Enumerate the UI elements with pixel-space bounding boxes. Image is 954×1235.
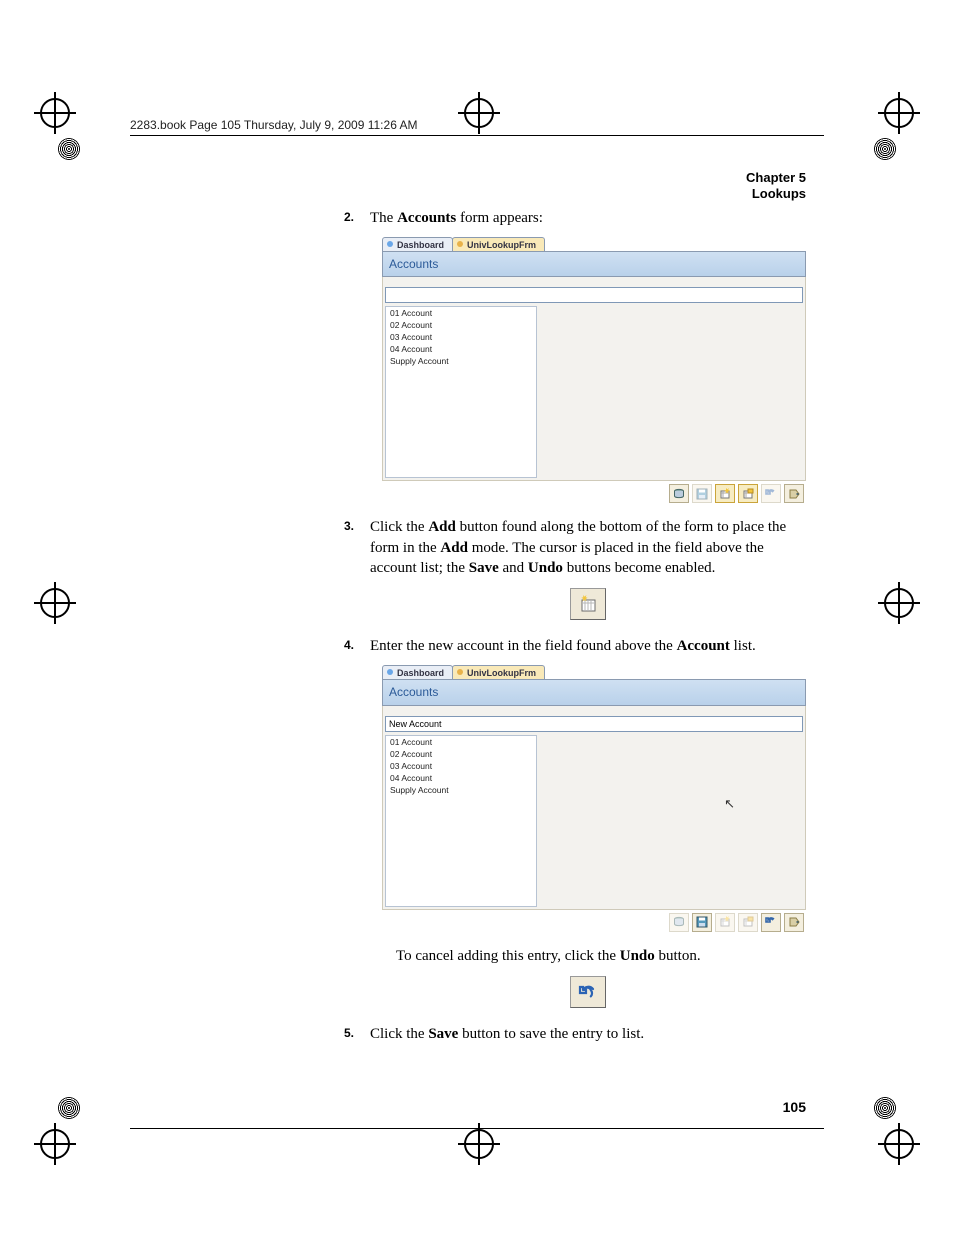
- accounts-list[interactable]: 01 Account 02 Account 03 Account 04 Acco…: [385, 735, 537, 907]
- add-term: Add: [428, 519, 456, 535]
- save-term: Save: [428, 1026, 458, 1042]
- step-4: 4. Enter the new account in the field fo…: [344, 636, 806, 1008]
- undo-term: Undo: [620, 948, 655, 964]
- tab-dashboard[interactable]: Dashboard: [382, 665, 453, 679]
- list-item[interactable]: Supply Account: [386, 784, 536, 796]
- step-text: To cancel adding this entry, click the: [396, 948, 620, 964]
- tab-label: Dashboard: [397, 668, 444, 678]
- accounts-list[interactable]: 01 Account 02 Account 03 Account 04 Acco…: [385, 306, 537, 478]
- screenshot-new-account: Dashboard UnivLookupFrm Accounts 01 Acco…: [382, 664, 806, 931]
- step-5: 5. Click the Save button to save the ent…: [344, 1024, 806, 1044]
- save-term: Save: [469, 560, 499, 576]
- step-number: 5.: [344, 1025, 354, 1041]
- footer-rule: [130, 1128, 824, 1129]
- account-name-input[interactable]: [385, 287, 803, 303]
- step-text: form appears:: [456, 210, 543, 226]
- tab-univlookupfrm[interactable]: UnivLookupFrm: [452, 237, 545, 251]
- list-item[interactable]: 04 Account: [386, 343, 536, 355]
- database-button[interactable]: [669, 484, 689, 503]
- save-button[interactable]: [692, 484, 712, 503]
- cursor-icon: ↖: [724, 795, 735, 813]
- tab-label: UnivLookupFrm: [467, 668, 536, 678]
- dot-icon: [457, 669, 463, 675]
- add-button[interactable]: [715, 913, 735, 932]
- save-button[interactable]: [692, 913, 712, 932]
- register-disc-icon: [58, 1097, 80, 1119]
- step-text: buttons become enabled.: [563, 560, 715, 576]
- undo-button[interactable]: [761, 913, 781, 932]
- chapter-title: Lookups: [746, 186, 806, 202]
- tab-label: UnivLookupFrm: [467, 240, 536, 250]
- undo-term: Undo: [528, 560, 563, 576]
- list-item[interactable]: 04 Account: [386, 772, 536, 784]
- tab-label: Dashboard: [397, 240, 444, 250]
- step-text: and: [499, 560, 528, 576]
- account-name-input[interactable]: [385, 716, 803, 732]
- undo-button[interactable]: [761, 484, 781, 503]
- cancel-note: To cancel adding this entry, click the U…: [396, 946, 806, 966]
- form-title: Accounts: [382, 251, 806, 277]
- dot-icon: [457, 241, 463, 247]
- add-button-illustration: [570, 588, 606, 620]
- step-text: button to save the entry to list.: [458, 1026, 644, 1042]
- step-2: 2. The Accounts form appears: Dashboard …: [344, 208, 806, 503]
- list-item[interactable]: 02 Account: [386, 319, 536, 331]
- crop-mark-icon: [884, 98, 914, 128]
- list-item[interactable]: 01 Account: [386, 736, 536, 748]
- register-disc-icon: [874, 1097, 896, 1119]
- step-text: Click the: [370, 519, 428, 535]
- register-disc-icon: [58, 138, 80, 160]
- account-term: Account: [677, 638, 730, 654]
- form-title: Accounts: [382, 679, 806, 705]
- list-item[interactable]: 02 Account: [386, 748, 536, 760]
- crop-mark-icon: [40, 588, 70, 618]
- list-item[interactable]: 01 Account: [386, 307, 536, 319]
- dot-icon: [387, 241, 393, 247]
- chapter-heading: Chapter 5 Lookups: [746, 170, 806, 203]
- accounts-term: Accounts: [397, 210, 456, 226]
- crop-mark-icon: [40, 98, 70, 128]
- list-item[interactable]: 03 Account: [386, 760, 536, 772]
- add-term: Add: [440, 540, 468, 556]
- crop-mark-icon: [884, 1129, 914, 1159]
- step-number: 4.: [344, 637, 354, 653]
- form-toolbar: [382, 481, 806, 503]
- tab-dashboard[interactable]: Dashboard: [382, 237, 453, 251]
- add-button[interactable]: [715, 484, 735, 503]
- list-item[interactable]: Supply Account: [386, 355, 536, 367]
- header-rule: [130, 135, 824, 136]
- chapter-number: Chapter 5: [746, 170, 806, 186]
- list-item[interactable]: 03 Account: [386, 331, 536, 343]
- crop-mark-icon: [884, 588, 914, 618]
- step-text: button.: [655, 948, 701, 964]
- database-button[interactable]: [669, 913, 689, 932]
- step-text: Enter the new account in the field found…: [370, 638, 677, 654]
- step-number: 3.: [344, 518, 354, 534]
- crop-mark-icon: [464, 98, 494, 128]
- step-text: The: [370, 210, 397, 226]
- screenshot-accounts-form: Dashboard UnivLookupFrm Accounts 01 Acco…: [382, 236, 806, 503]
- running-head: 2283.book Page 105 Thursday, July 9, 200…: [130, 118, 418, 132]
- undo-button-illustration: [570, 976, 606, 1008]
- delete-button[interactable]: [738, 484, 758, 503]
- form-toolbar: [382, 910, 806, 932]
- crop-mark-icon: [464, 1129, 494, 1159]
- close-button[interactable]: [784, 913, 804, 932]
- step-number: 2.: [344, 209, 354, 225]
- delete-button[interactable]: [738, 913, 758, 932]
- step-3: 3. Click the Add button found along the …: [344, 517, 806, 620]
- register-disc-icon: [874, 138, 896, 160]
- step-text: list.: [730, 638, 756, 654]
- close-button[interactable]: [784, 484, 804, 503]
- crop-mark-icon: [40, 1129, 70, 1159]
- dot-icon: [387, 669, 393, 675]
- step-text: Click the: [370, 1026, 428, 1042]
- tab-univlookupfrm[interactable]: UnivLookupFrm: [452, 665, 545, 679]
- page-number: 105: [783, 1099, 806, 1115]
